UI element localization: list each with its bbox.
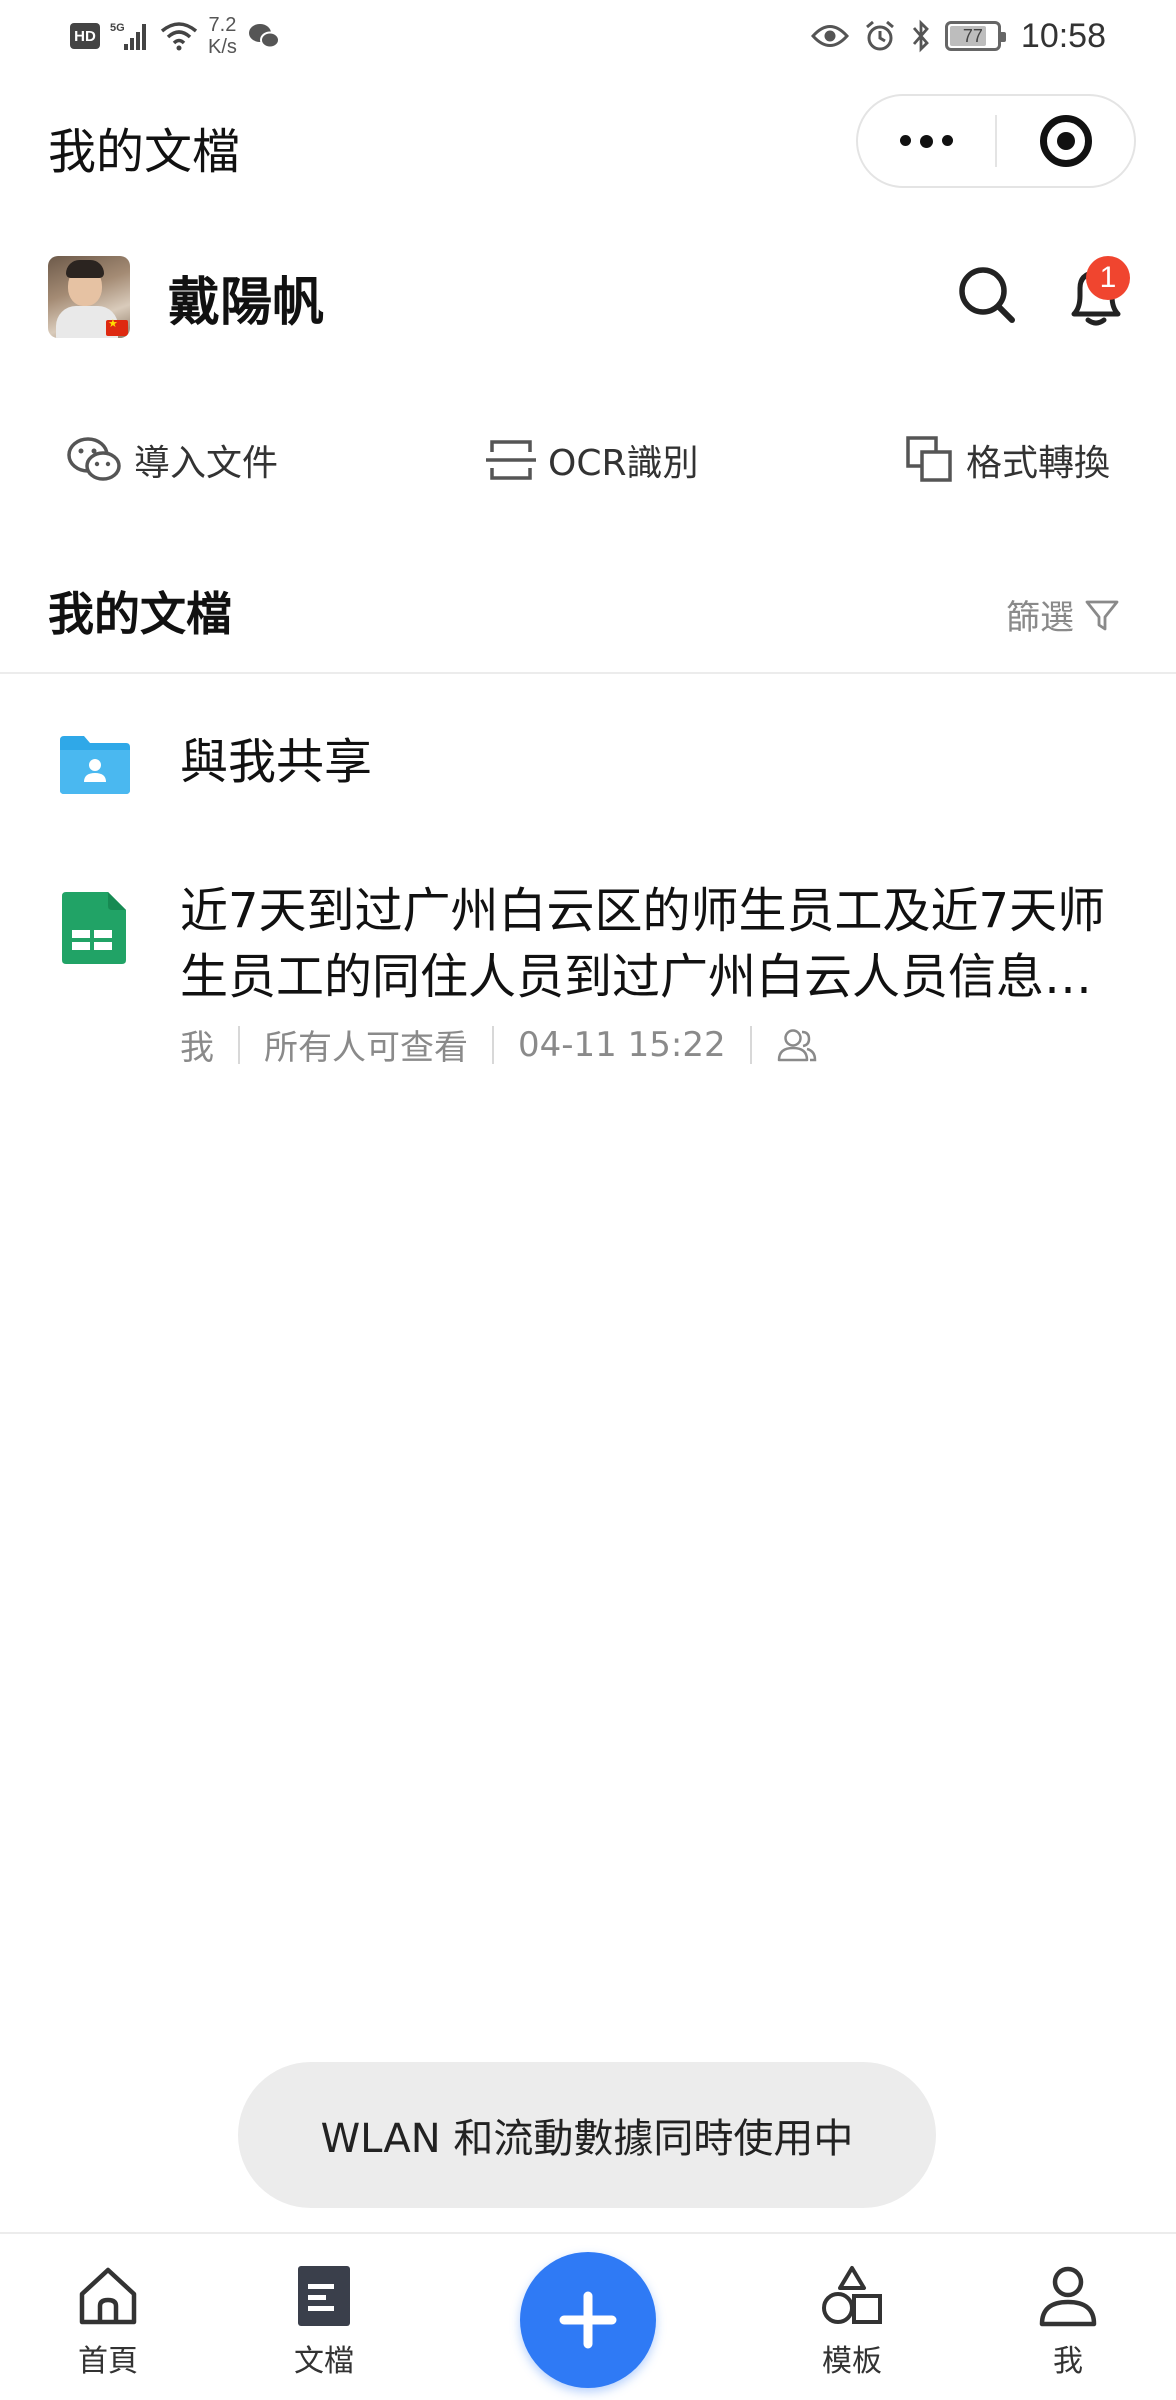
shared-with-me-label: 與我共享 — [180, 734, 373, 790]
title-bar: 我的文檔 — [0, 90, 1176, 200]
search-icon — [959, 267, 1015, 323]
create-new-button[interactable] — [520, 2252, 656, 2388]
tab-templates[interactable]: 模板 — [782, 2264, 922, 2380]
filter-button[interactable]: 篩選 — [1006, 590, 1120, 639]
bluetooth-icon — [912, 19, 929, 53]
format-convert-button[interactable]: 格式轉換 — [906, 430, 1110, 490]
network-type-label: 5G — [110, 22, 125, 34]
more-button[interactable] — [858, 96, 995, 186]
wifi-icon — [160, 22, 198, 51]
status-bar: HD 5G 7.2 K/s 77 10:58 — [0, 0, 1176, 72]
hd-badge: HD — [70, 23, 100, 49]
document-icon — [298, 2266, 350, 2326]
clock: 10:58 — [1020, 16, 1106, 55]
meta-divider — [238, 1025, 240, 1064]
wechat-icon — [67, 437, 121, 481]
miniprogram-capsule — [856, 94, 1136, 188]
ocr-label: OCR識別 — [548, 443, 699, 484]
document-owner: 我 — [180, 1028, 214, 1068]
speed-unit: K/s — [208, 36, 237, 58]
network-speed: 7.2 K/s — [208, 14, 237, 58]
tab-me-label: 我 — [1053, 2344, 1083, 2379]
notification-badge: 1 — [1086, 256, 1130, 300]
format-convert-label: 格式轉換 — [966, 443, 1111, 484]
filter-label: 篩選 — [1006, 598, 1074, 638]
avatar[interactable] — [48, 256, 130, 338]
convert-icon — [906, 436, 952, 482]
collaborators-icon — [777, 1028, 816, 1061]
shared-folder-icon — [60, 736, 130, 794]
tab-docs[interactable]: 文檔 — [254, 2264, 394, 2380]
home-icon — [79, 2267, 137, 2325]
status-right: 77 10:58 — [810, 14, 1106, 58]
notification-button[interactable]: 1 — [1056, 254, 1136, 334]
spreadsheet-icon — [62, 892, 126, 964]
bottom-tab-bar: 首頁 文檔 模板 我 — [0, 2232, 1176, 2400]
battery-level: 77 — [962, 25, 983, 46]
eye-icon — [810, 25, 849, 47]
section-title: 我的文檔 — [48, 587, 232, 641]
list-item-document[interactable]: 近7天到过广州白云区的师生员工及近7天师生员工的同住人员到过广州白云人员信息统计… — [0, 870, 1176, 1090]
plus-icon — [559, 2291, 617, 2349]
tab-home[interactable]: 首頁 — [38, 2264, 178, 2380]
user-row: 戴陽帆 1 — [0, 240, 1176, 350]
wechat-notification-icon — [248, 24, 280, 49]
scan-icon — [486, 440, 536, 480]
tab-me[interactable]: 我 — [998, 2264, 1138, 2380]
meta-divider — [749, 1025, 752, 1064]
import-file-button[interactable]: 導入文件 — [66, 430, 278, 490]
tab-home-label: 首頁 — [78, 2344, 138, 2379]
battery-indicator: 77 — [944, 21, 1006, 51]
user-icon — [1039, 2266, 1097, 2327]
shapes-icon — [822, 2266, 882, 2324]
status-left: HD 5G 7.2 K/s — [70, 14, 281, 58]
more-dots-icon — [900, 134, 953, 148]
user-name: 戴陽帆 — [168, 273, 325, 333]
import-file-label: 導入文件 — [134, 443, 279, 484]
page-title: 我的文檔 — [48, 124, 241, 180]
target-circle-icon — [1039, 115, 1092, 167]
ocr-button[interactable]: OCR識別 — [486, 430, 699, 490]
search-button[interactable] — [954, 262, 1020, 328]
close-miniprogram-button[interactable] — [997, 96, 1134, 186]
document-title: 近7天到过广州白云区的师生员工及近7天师生员工的同住人员到过广州白云人员信息统计 — [180, 883, 1106, 1005]
document-modified-time: 04-11 15:22 — [518, 1024, 726, 1065]
meta-divider — [492, 1025, 494, 1064]
china-flag-icon — [106, 317, 128, 336]
list-item-shared-with-me[interactable]: 與我共享 — [0, 700, 1176, 830]
alarm-icon — [865, 20, 894, 51]
speed-value: 7.2 — [208, 14, 237, 36]
tab-templates-label: 模板 — [822, 2344, 882, 2379]
tab-docs-label: 文檔 — [294, 2344, 354, 2379]
document-permission: 所有人可查看 — [264, 1028, 468, 1068]
quick-actions: 導入文件 OCR識別 格式轉換 — [0, 420, 1176, 500]
signal-icon: 5G — [110, 22, 146, 50]
filter-icon — [1085, 600, 1119, 630]
document-meta: 我 所有人可查看 04-11 15:22 — [180, 1020, 818, 1069]
toast-message: WLAN 和流動數據同時使用中 — [238, 2062, 936, 2208]
section-header: 我的文檔 篩選 — [0, 570, 1176, 674]
